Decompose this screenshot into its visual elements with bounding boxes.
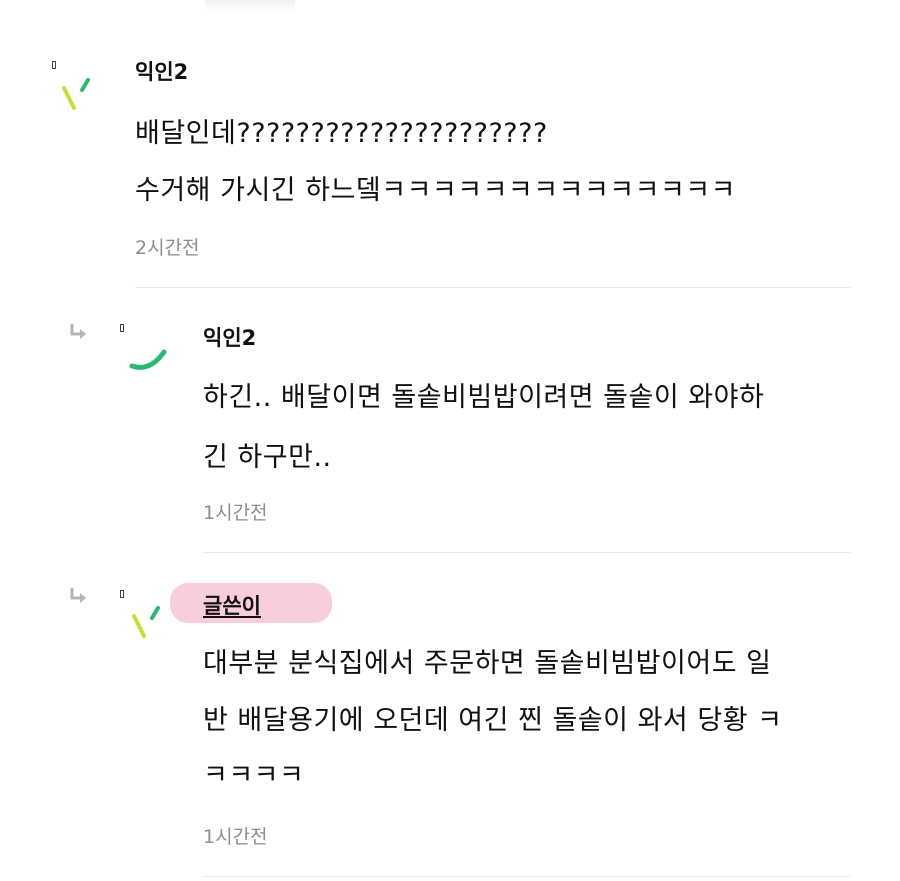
comment-text-line: 수거해 가시긴 하느뎈ㅋㅋㅋㅋㅋㅋㅋㅋㅋㅋㅋㅋㅋㅋ bbox=[135, 175, 736, 206]
square-marker-icon bbox=[120, 590, 124, 598]
comment-divider bbox=[135, 287, 851, 288]
comment-divider bbox=[203, 876, 851, 877]
comment-text-line: 대부분 분식집에서 주문하면 돌솥비빔밥이어도 일 bbox=[203, 648, 772, 679]
comment-text-line: 긴 하구만.. bbox=[203, 442, 332, 473]
reply-arrow-icon bbox=[70, 324, 86, 339]
comment-text-line: ㅋㅋㅋㅋ bbox=[203, 760, 305, 791]
comment-author[interactable]: 익인2 bbox=[203, 322, 256, 352]
reply-arrow-icon bbox=[70, 588, 86, 603]
comment-timestamp: 2시간전 bbox=[135, 237, 200, 259]
comment-timestamp: 1시간전 bbox=[203, 826, 268, 848]
square-marker-icon bbox=[120, 324, 124, 332]
comment-text-line: 반 배달용기에 오던데 여긴 찐 돌솥이 와서 당황 ㅋ bbox=[203, 705, 783, 736]
square-marker-icon bbox=[52, 61, 56, 69]
comment-divider bbox=[203, 552, 851, 553]
comment-timestamp: 1시간전 bbox=[203, 502, 268, 524]
comment-text-line: 하긴.. 배달이면 돌솥비빔밥이려면 돌솥이 와야하 bbox=[203, 382, 765, 413]
scroll-fade bbox=[205, 0, 295, 12]
avatar-icon bbox=[62, 78, 90, 110]
avatar-icon bbox=[132, 606, 160, 638]
comment-text-line: 배달인데????????????????????? bbox=[135, 118, 548, 149]
comment-author-op[interactable]: 글쓴이 bbox=[203, 590, 261, 620]
comment-author[interactable]: 익인2 bbox=[135, 56, 188, 86]
avatar-icon bbox=[129, 349, 167, 370]
